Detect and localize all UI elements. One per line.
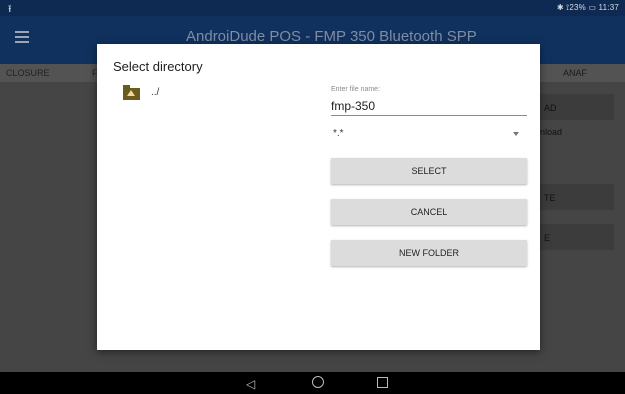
file-filter-value: *.*: [333, 128, 344, 139]
background-button-ad[interactable]: AD: [538, 94, 614, 120]
app-title: AndroiDude POS - FMP 350 Bluetooth SPP: [186, 28, 477, 45]
status-bar: ⭱ ✱ ⟟23% ▭ 11:37: [0, 0, 625, 16]
background-text: nload: [540, 127, 563, 137]
dialog-title: Select directory: [113, 59, 203, 74]
hamburger-menu-icon[interactable]: [15, 31, 29, 46]
directory-item-label: ../: [151, 87, 160, 98]
background-button-te[interactable]: TE: [538, 184, 614, 210]
navigation-bar: ◁: [0, 372, 625, 394]
back-triangle-icon[interactable]: ◁: [246, 377, 255, 391]
folder-up-icon: [123, 85, 140, 100]
cancel-button[interactable]: CANCEL: [331, 199, 527, 225]
file-filter-select[interactable]: *.*: [331, 126, 527, 144]
select-directory-dialog: Select directory ../ Enter file name: *.…: [97, 44, 540, 350]
filename-input[interactable]: [331, 97, 527, 116]
tab-closure[interactable]: CLOSURE: [6, 68, 50, 78]
dropdown-arrow-icon: [513, 132, 519, 136]
new-folder-button[interactable]: NEW FOLDER: [331, 240, 527, 266]
select-button[interactable]: SELECT: [331, 158, 527, 184]
home-circle-icon[interactable]: [312, 376, 324, 388]
tab-anaf[interactable]: ANAF: [563, 68, 587, 78]
status-indicators: ✱ ⟟23% ▭ 11:37: [556, 3, 619, 12]
background-button-e[interactable]: E: [538, 224, 614, 250]
recents-square-icon[interactable]: [377, 377, 388, 388]
filename-label: Enter file name:: [331, 86, 381, 93]
